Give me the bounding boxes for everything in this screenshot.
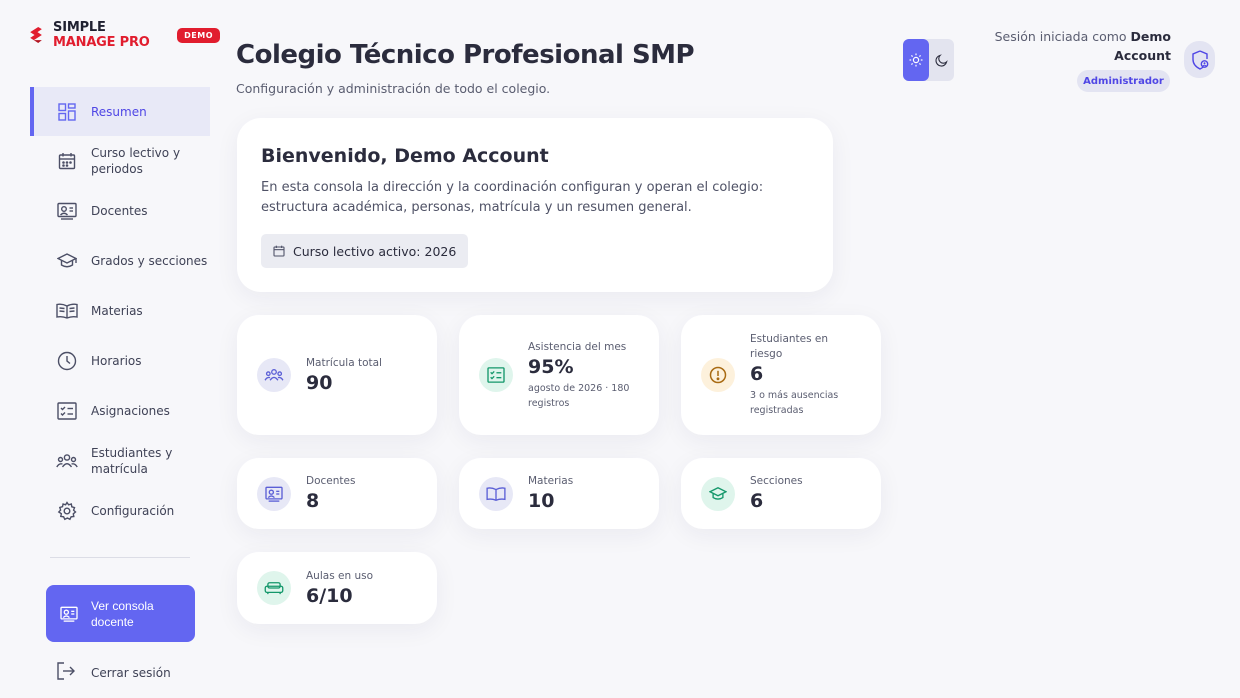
stat-label: Secciones [750, 475, 803, 487]
sidebar-item-label: Resumen [91, 104, 147, 119]
stat-label: Materias [528, 475, 574, 487]
stat-value: 10 [528, 490, 555, 512]
stat-card-asistencia: Asistencia del mes 95% agosto de 2026 · … [459, 315, 659, 435]
logout-button[interactable]: Cerrar sesión [56, 662, 171, 683]
sidebar-item-grados[interactable]: Grados y secciones [30, 236, 210, 286]
stat-card-secciones: Secciones 6 [681, 458, 881, 529]
logout-label: Cerrar sesión [91, 665, 171, 680]
sidebar-item-label: Grados y secciones [91, 254, 208, 268]
sidebar-item-label: Materias [91, 304, 143, 318]
sidebar-nav: Resumen Curso lectivo y periodos Docente… [30, 87, 210, 536]
page-subtitle: Configuración y administración de todo e… [236, 81, 551, 96]
session-prefix: Sesión iniciada como [994, 29, 1131, 44]
checklist-icon [56, 400, 78, 422]
teacher-console-label: Ver consola docente [91, 598, 154, 629]
users-icon [257, 358, 291, 392]
sidebar-item-asignaciones[interactable]: Asignaciones [30, 386, 210, 436]
brand-name: SIMPLE MANAGE PRO [53, 20, 150, 50]
avatar[interactable] [1184, 41, 1215, 78]
sidebar: SIMPLE MANAGE PRO DEMO Resumen Curso lec… [0, 0, 220, 698]
session-user-last: Account [1114, 48, 1171, 63]
sidebar-item-label: Horarios [91, 354, 142, 368]
sidebar-item-label: Asignaciones [91, 404, 170, 418]
graduation-cap-icon [701, 476, 735, 511]
id-card-icon [56, 200, 78, 222]
stat-value: 6 [750, 363, 764, 385]
calendar-icon [56, 150, 78, 172]
stat-label: Asistencia del mes [528, 340, 627, 353]
stat-label: Estudiantes en riesgo [750, 333, 829, 360]
light-theme-button[interactable] [903, 39, 929, 81]
book-icon [56, 300, 78, 322]
active-year-chip: Curso lectivo activo: 2026 [261, 234, 469, 268]
welcome-text: En esta consola la dirección y la coordi… [261, 180, 764, 215]
sidebar-item-materias[interactable]: Materias [30, 286, 210, 336]
teacher-console-button[interactable]: Ver consola docente [46, 585, 195, 642]
calendar-icon [273, 245, 285, 257]
alert-icon [701, 358, 735, 392]
stat-value: 6 [750, 490, 764, 512]
sun-icon [909, 53, 923, 67]
sidebar-item-label: Estudiantes y matrícula [91, 446, 173, 476]
stat-note: 3 o más ausencias registradas [750, 390, 839, 416]
sidebar-divider [50, 557, 190, 558]
sidebar-item-horarios[interactable]: Horarios [30, 336, 210, 386]
dark-theme-button[interactable] [929, 39, 955, 81]
sidebar-item-label: Curso lectivo y periodos [91, 146, 181, 176]
sidebar-item-label: Docentes [91, 204, 148, 218]
welcome-title: Bienvenido, Demo Account [261, 145, 549, 167]
session-user-first: Demo [1130, 29, 1171, 44]
welcome-card: Bienvenido, Demo Account En esta consola… [237, 118, 833, 292]
stat-label: Docentes [306, 475, 356, 487]
stat-note: agosto de 2026 · 180 registros [528, 382, 630, 409]
graduation-cap-icon [56, 250, 78, 272]
logout-icon [56, 662, 76, 683]
page-title: Colegio Técnico Profesional SMP [236, 40, 695, 70]
shield-user-icon [1191, 49, 1208, 70]
moon-icon [935, 53, 948, 67]
theme-toggle [903, 39, 954, 81]
id-card-icon [59, 604, 79, 624]
sofa-icon [257, 571, 291, 605]
demo-badge: DEMO [177, 27, 220, 43]
stat-value: 8 [306, 490, 320, 512]
gear-icon [56, 500, 78, 522]
stat-value: 95% [528, 355, 574, 378]
sidebar-item-docentes[interactable]: Docentes [30, 186, 210, 236]
sidebar-item-curso-lectivo[interactable]: Curso lectivo y periodos [30, 136, 210, 186]
stat-card-materias: Materias 10 [459, 458, 659, 529]
id-card-icon [257, 476, 291, 511]
stat-card-matricula: Matrícula total 90 [237, 315, 437, 435]
sidebar-item-configuracion[interactable]: Configuración [30, 486, 210, 536]
brand-logo-icon [30, 26, 42, 44]
session-info: Sesión iniciada como Demo Account [995, 27, 1171, 65]
role-badge: Administrador [1077, 70, 1170, 92]
stat-label: Matrícula total [306, 356, 382, 369]
clock-icon [56, 350, 78, 372]
checklist-icon [479, 358, 513, 392]
sidebar-item-resumen[interactable]: Resumen [30, 87, 210, 136]
stat-card-aulas: Aulas en uso 6/10 [237, 552, 437, 624]
brand[interactable]: SIMPLE MANAGE PRO DEMO [28, 20, 220, 50]
sidebar-item-estudiantes[interactable]: Estudiantes y matrícula [30, 436, 210, 486]
stat-value: 90 [306, 371, 333, 394]
sidebar-item-label: Configuración [91, 504, 175, 518]
stat-card-riesgo: Estudiantes en riesgo 6 3 o más ausencia… [681, 315, 881, 435]
grid-icon [56, 101, 78, 123]
stat-value: 6/10 [306, 584, 353, 607]
stat-card-docentes: Docentes 8 [237, 458, 437, 529]
users-icon [56, 450, 78, 472]
stat-label: Aulas en uso [306, 569, 373, 582]
book-icon [479, 476, 513, 511]
active-year-label: Curso lectivo activo: 2026 [293, 243, 457, 259]
